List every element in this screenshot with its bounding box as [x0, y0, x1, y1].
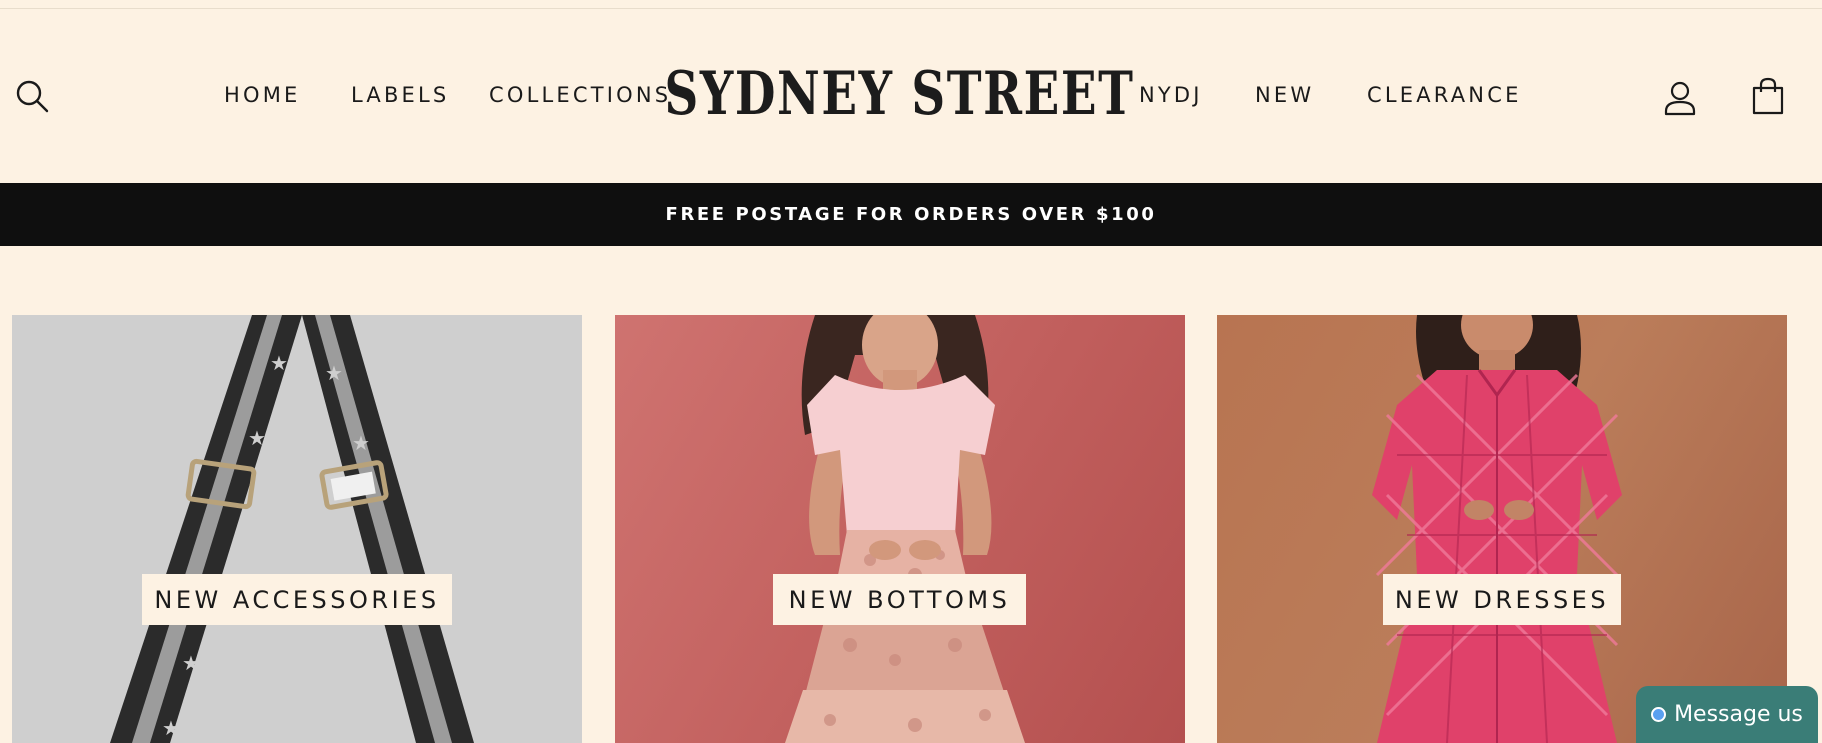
- dresses-photo: [1372, 315, 1622, 743]
- cart-button[interactable]: [1751, 77, 1785, 115]
- tile-label-dresses: NEW DRESSES: [1383, 574, 1621, 625]
- nav-new[interactable]: NEW: [1255, 82, 1314, 108]
- svg-text:★: ★: [182, 651, 200, 675]
- svg-text:★: ★: [352, 431, 370, 455]
- collection-tile-bottoms[interactable]: NEW BOTTOMS: [615, 315, 1185, 743]
- svg-text:★: ★: [270, 351, 288, 375]
- cart-icon: [1752, 77, 1784, 115]
- nav-nydj[interactable]: NYDJ: [1139, 82, 1203, 108]
- chat-status-icon: [1651, 707, 1667, 722]
- accessories-photo: ★ ★ ★ ★ ★ ★: [110, 315, 474, 743]
- nav-labels[interactable]: LABELS: [351, 82, 449, 108]
- message-us-button[interactable]: Message us: [1636, 686, 1818, 743]
- site-logo[interactable]: SYDNEY STREET: [665, 59, 1133, 129]
- site-header: HOME LABELS COLLECTIONS SYDNEY STREET NY…: [0, 0, 1822, 183]
- nav-collections[interactable]: COLLECTIONS: [489, 82, 671, 108]
- svg-text:★: ★: [248, 426, 266, 450]
- svg-text:★: ★: [325, 361, 343, 385]
- announcement-bar: FREE POSTAGE FOR ORDERS OVER $100: [0, 183, 1822, 246]
- nav-clearance[interactable]: CLEARANCE: [1367, 82, 1522, 108]
- bottoms-photo: [785, 315, 1025, 743]
- message-us-label: Message us: [1674, 702, 1803, 727]
- collection-tile-dresses[interactable]: NEW DRESSES: [1217, 315, 1787, 743]
- tile-label-accessories: NEW ACCESSORIES: [142, 574, 452, 625]
- nav-home[interactable]: HOME: [224, 82, 301, 108]
- svg-text:★: ★: [162, 716, 180, 740]
- tile-label-bottoms: NEW BOTTOMS: [773, 574, 1026, 625]
- search-button[interactable]: [14, 78, 50, 114]
- collection-tile-accessories[interactable]: ★ ★ ★ ★ ★ ★ NEW ACCESSORIES: [12, 315, 582, 743]
- announcement-text: FREE POSTAGE FOR ORDERS OVER $100: [665, 204, 1157, 225]
- account-button[interactable]: [1664, 80, 1696, 116]
- account-icon: [1664, 81, 1696, 116]
- search-icon: [16, 80, 49, 113]
